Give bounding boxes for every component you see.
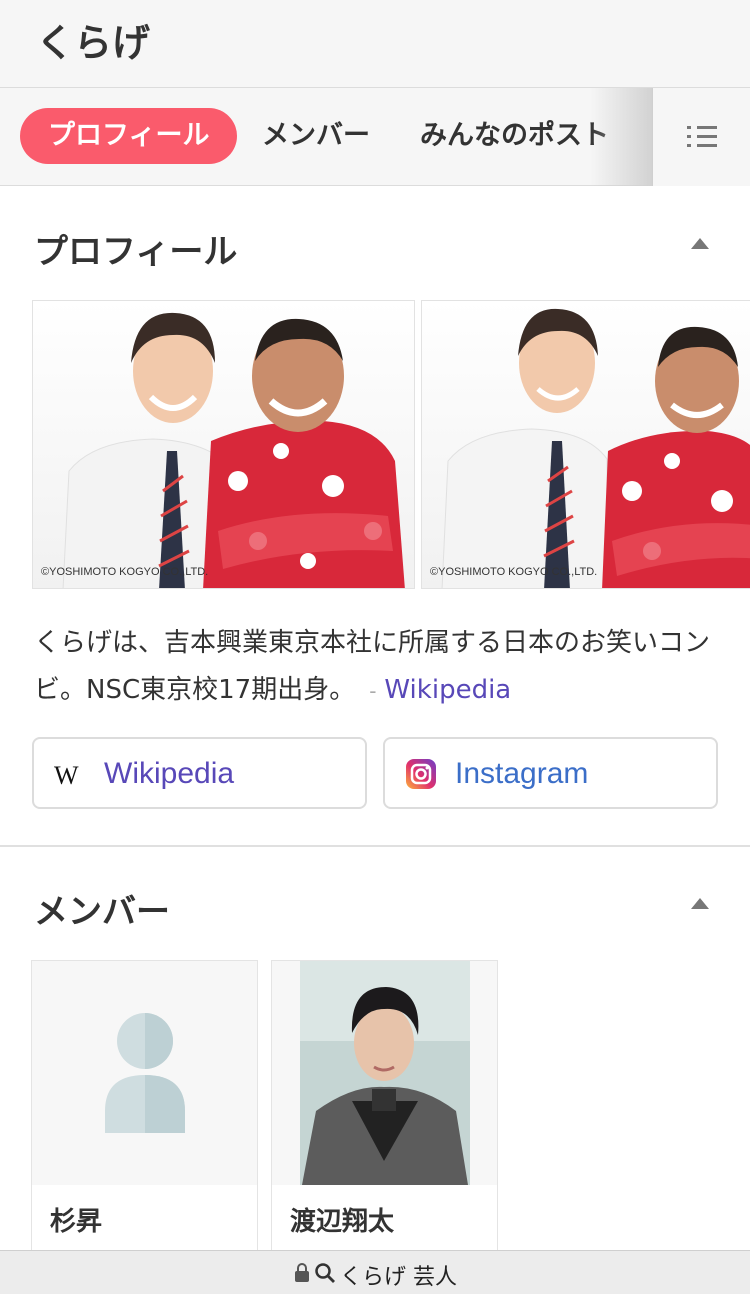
profile-section-title: プロフィール (34, 232, 238, 272)
section-divider (0, 845, 750, 847)
chevron-up-icon (691, 898, 709, 909)
user-placeholder-icon (105, 1013, 185, 1133)
profile-collapse-button[interactable] (684, 228, 716, 260)
member-image (272, 961, 497, 1185)
photo-credit: ©YOSHIMOTO KOGYO CO.,LTD. (41, 566, 209, 578)
member-card[interactable]: 渡辺翔太 (271, 960, 498, 1260)
profile-photo-2[interactable]: ©YOSHIMOTO KOGYO CO.,LTD. (421, 300, 750, 589)
instagram-icon (406, 759, 436, 789)
member-name: 渡辺翔太 (290, 1207, 395, 1237)
member-photo (300, 961, 470, 1185)
app-header: くらげ (0, 0, 750, 88)
page-title: くらげ (36, 21, 151, 65)
profile-photo-1[interactable]: ©YOSHIMOTO KOGYO CO.,LTD. (32, 300, 415, 589)
svg-text:W: W (54, 763, 79, 787)
lock-icon (295, 1263, 309, 1282)
member-card[interactable]: 杉昇 (31, 960, 258, 1260)
tab-scroll-fade (590, 88, 652, 186)
wikipedia-source-link[interactable]: Wikipedia (384, 675, 511, 705)
duo-photo-image (62, 312, 405, 588)
search-icon (315, 1263, 335, 1283)
members-section-title: メンバー (34, 892, 170, 932)
instagram-link-button[interactable]: Instagram (383, 737, 718, 809)
tab-menu-button[interactable] (652, 88, 750, 186)
wikipedia-link-label: Wikipedia (104, 757, 235, 790)
tab-bar: プロフィール メンバー みんなのポスト (0, 88, 750, 186)
tab-profile[interactable]: プロフィール (20, 108, 238, 164)
profile-description: くらげは、吉本興業東京本社に所属する日本のお笑いコンビ。NSC東京校17期出身。… (34, 620, 724, 715)
address-bar-query: くらげ 芸人 (340, 1265, 457, 1290)
member-name: 杉昇 (50, 1207, 103, 1237)
members-collapse-button[interactable] (684, 888, 716, 920)
photo-credit: ©YOSHIMOTO KOGYO CO.,LTD. (430, 566, 598, 578)
wikipedia-icon: W (54, 763, 79, 787)
wikipedia-link-button[interactable]: W Wikipedia (32, 737, 367, 809)
duo-photo-image (441, 308, 750, 588)
browser-address-bar[interactable]: くらげ 芸人 (0, 1250, 750, 1294)
source-dash: - (369, 679, 377, 703)
tab-everyone-posts[interactable]: みんなのポスト (420, 108, 609, 164)
member-image (32, 961, 257, 1185)
chevron-up-icon (691, 238, 709, 249)
instagram-link-label: Instagram (455, 757, 589, 790)
tab-members[interactable]: メンバー (262, 108, 370, 164)
